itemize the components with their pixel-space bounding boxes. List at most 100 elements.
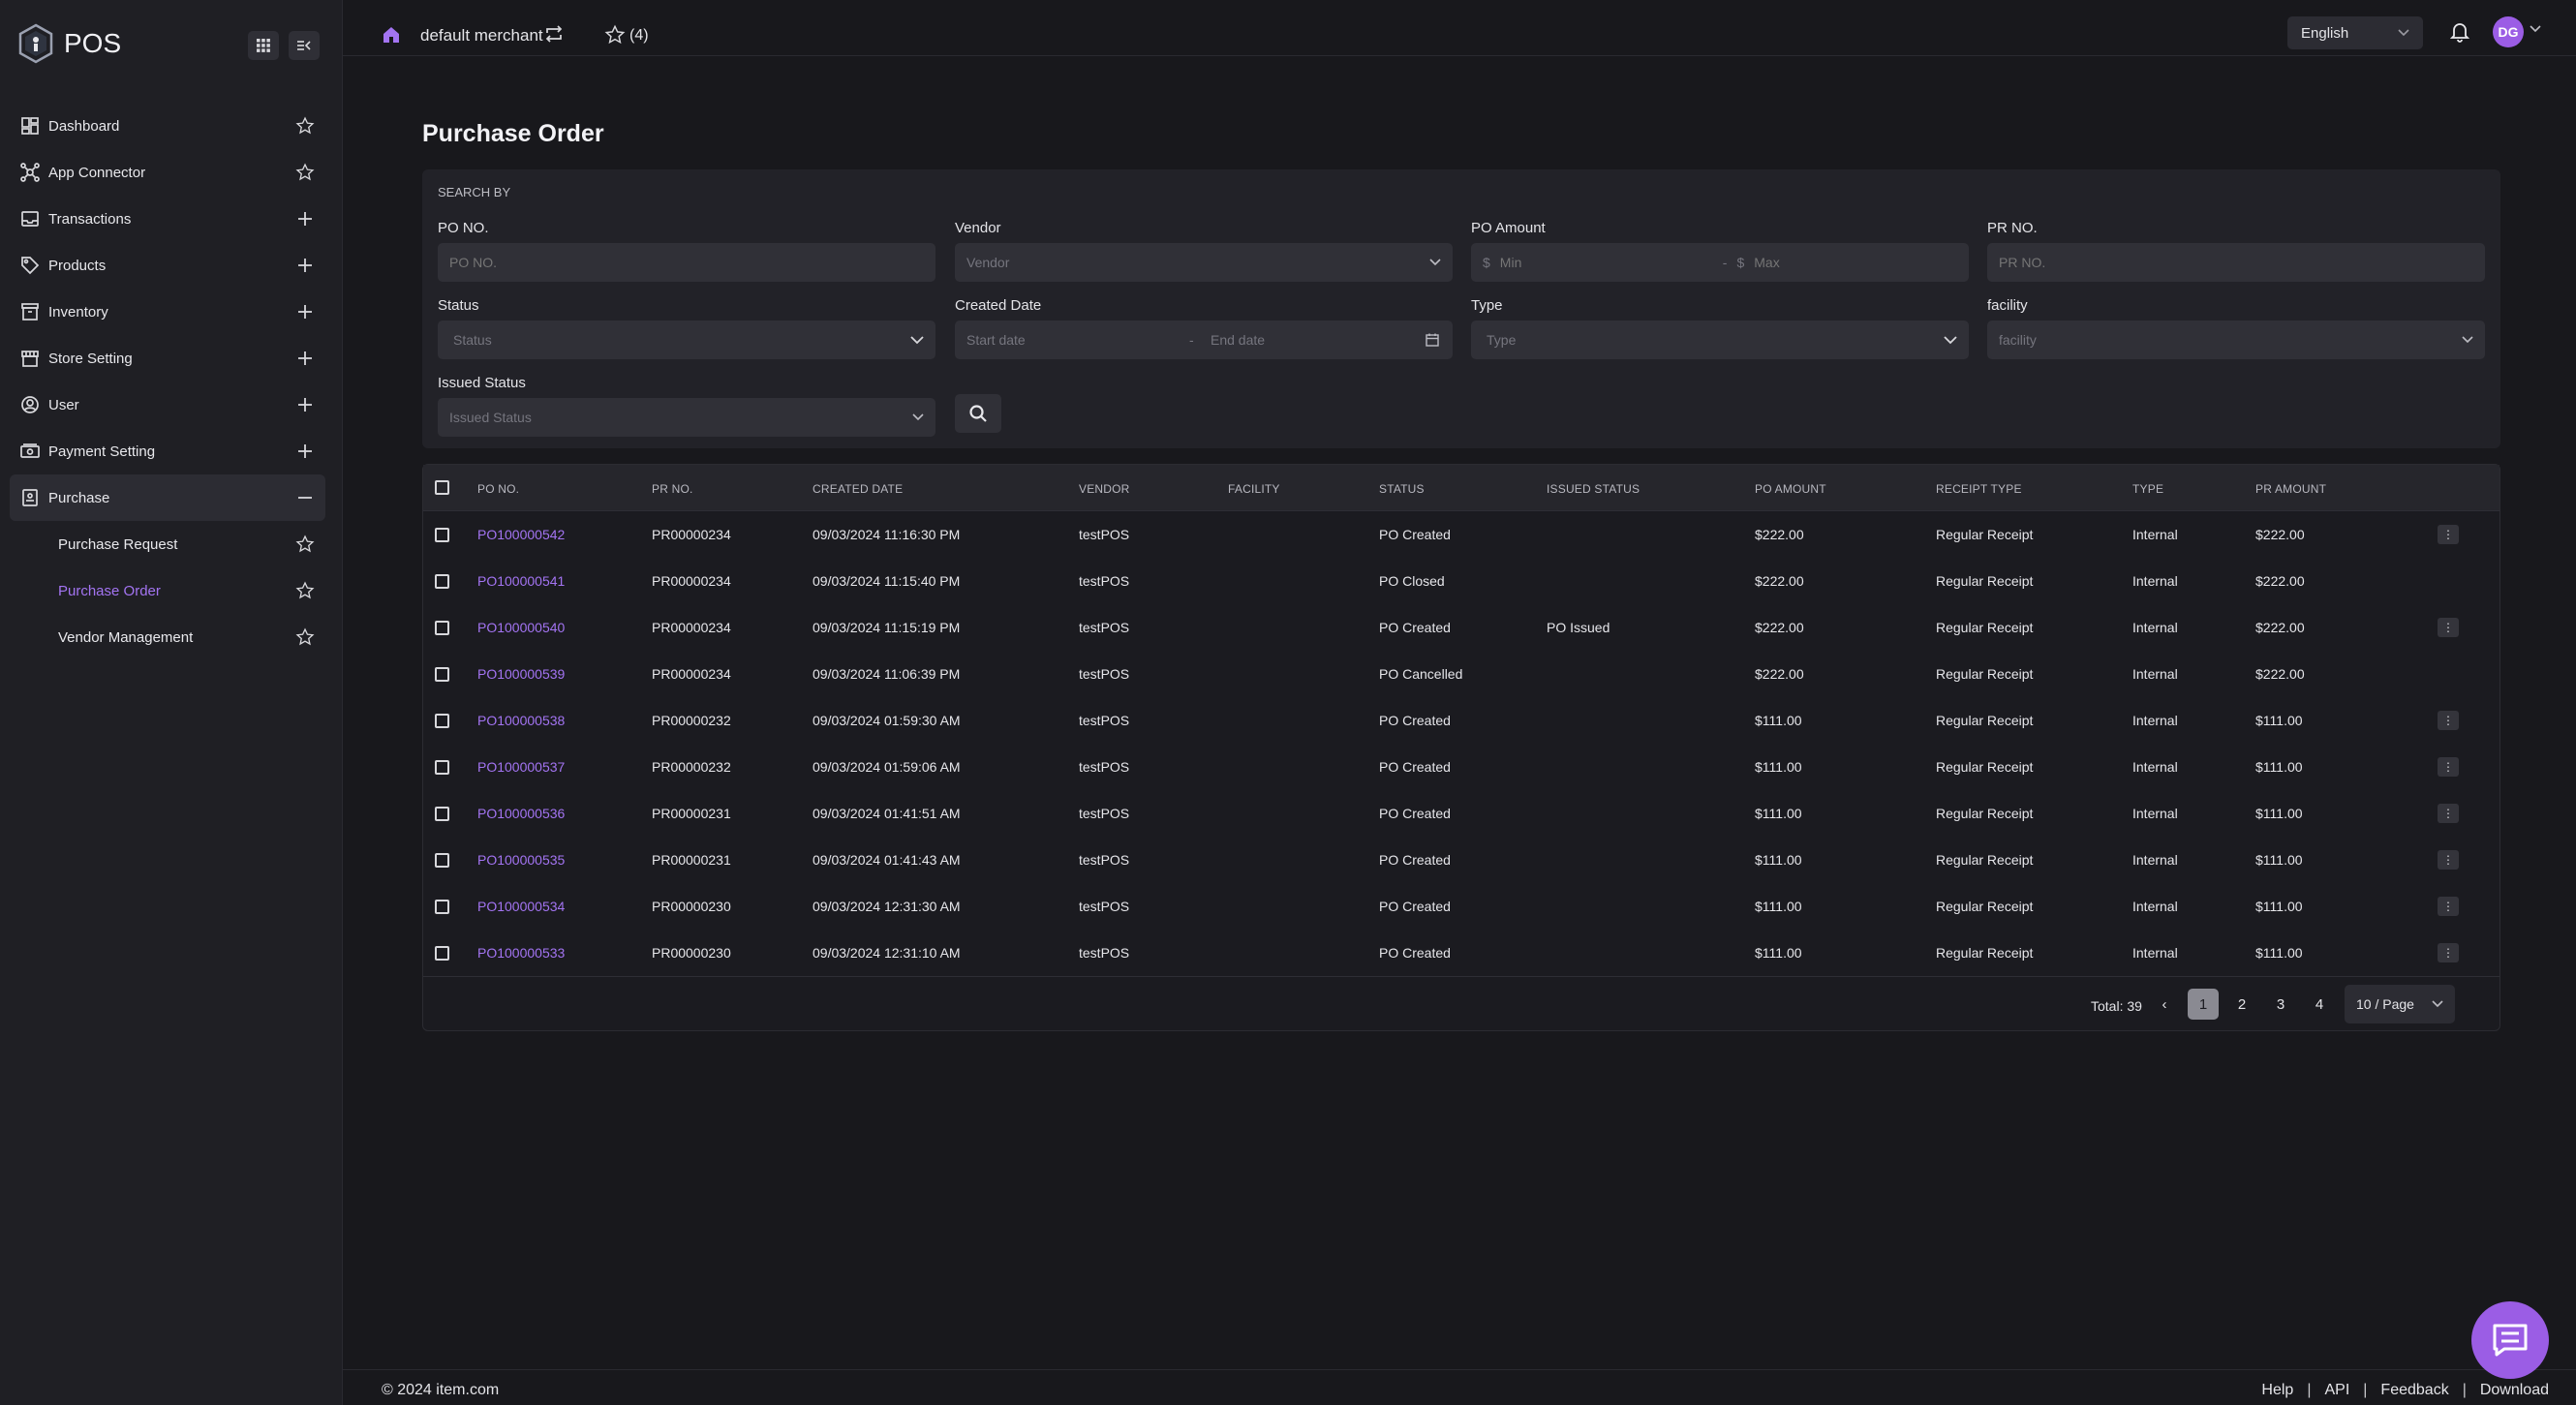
favorites-star-icon[interactable] xyxy=(604,24,626,46)
po-no-input[interactable] xyxy=(449,255,924,270)
sidebar-item-payment-setting[interactable]: Payment Setting xyxy=(10,428,325,474)
language-select[interactable]: English xyxy=(2287,16,2423,49)
po-number-link[interactable]: PO100000541 xyxy=(477,573,565,589)
footer-link-download[interactable]: Download xyxy=(2480,1382,2549,1399)
chat-button[interactable] xyxy=(2471,1301,2549,1379)
table-row[interactable]: PO100000539 PR00000234 09/03/2024 11:06:39… xyxy=(423,651,2499,697)
issued-status-select[interactable]: Issued Status xyxy=(438,398,935,437)
page-button-1[interactable]: 1 xyxy=(2188,989,2219,1020)
table-row[interactable]: PO100000538 PR00000232 09/03/2024 01:59:30… xyxy=(423,697,2499,744)
po-number-link[interactable]: PO100000537 xyxy=(477,759,565,775)
table-row[interactable]: PO100000535 PR00000231 09/03/2024 01:41:43… xyxy=(423,837,2499,883)
row-checkbox[interactable] xyxy=(435,900,449,914)
column-header[interactable]: STATUS xyxy=(1379,482,1425,496)
row-checkbox[interactable] xyxy=(435,574,449,589)
star-icon[interactable] xyxy=(294,115,316,137)
footer-link-help[interactable]: Help xyxy=(2261,1382,2293,1399)
plus-icon[interactable] xyxy=(294,394,316,415)
minus-icon[interactable] xyxy=(294,487,316,508)
po-number-link[interactable]: PO100000534 xyxy=(477,899,565,914)
switch-merchant-icon[interactable] xyxy=(544,24,564,44)
column-header[interactable]: ISSUED STATUS xyxy=(1547,482,1640,496)
column-header[interactable]: FACILITY xyxy=(1228,482,1280,496)
sidebar-item-transactions[interactable]: Transactions xyxy=(10,196,325,242)
row-checkbox[interactable] xyxy=(435,714,449,728)
star-icon[interactable] xyxy=(294,626,316,648)
status-select[interactable]: Status xyxy=(438,321,935,359)
chevron-down-icon[interactable] xyxy=(2530,25,2541,33)
star-icon[interactable] xyxy=(294,162,316,183)
sidebar-item-inventory[interactable]: Inventory xyxy=(10,289,325,335)
column-header[interactable]: TYPE xyxy=(2132,482,2163,496)
end-date-input[interactable]: End date xyxy=(1211,332,1426,348)
bell-icon[interactable] xyxy=(2450,21,2469,43)
prev-page-button[interactable]: ‹ xyxy=(2149,989,2180,1020)
favorites-count[interactable]: (4) xyxy=(629,27,649,45)
row-checkbox[interactable] xyxy=(435,853,449,868)
page-button-2[interactable]: 2 xyxy=(2226,989,2257,1020)
sidebar-item-products[interactable]: Products xyxy=(10,242,325,289)
sidebar-item-purchase[interactable]: Purchase xyxy=(10,474,325,521)
merchant-name[interactable]: default merchant xyxy=(420,26,543,46)
home-icon[interactable] xyxy=(382,25,401,45)
table-row[interactable]: PO100000536 PR00000231 09/03/2024 01:41:51… xyxy=(423,790,2499,837)
po-number-link[interactable]: PO100000536 xyxy=(477,806,565,821)
column-header[interactable]: PO AMOUNT xyxy=(1755,482,1826,496)
plus-icon[interactable] xyxy=(294,255,316,276)
table-row[interactable]: PO100000533 PR00000230 09/03/2024 12:31:10… xyxy=(423,930,2499,976)
row-actions-button[interactable]: ⋮ xyxy=(2438,804,2459,823)
footer-link-feedback[interactable]: Feedback xyxy=(2380,1382,2448,1399)
search-button[interactable] xyxy=(955,394,1001,433)
row-checkbox[interactable] xyxy=(435,667,449,682)
vendor-select[interactable]: Vendor xyxy=(955,243,1453,282)
page-button-4[interactable]: 4 xyxy=(2304,989,2335,1020)
select-all-checkbox[interactable] xyxy=(435,480,449,495)
table-row[interactable]: PO100000541 PR00000234 09/03/2024 11:15:40… xyxy=(423,558,2499,604)
row-checkbox[interactable] xyxy=(435,760,449,775)
star-icon[interactable] xyxy=(294,580,316,601)
column-header[interactable]: PO NO. xyxy=(477,482,519,496)
column-header[interactable]: CREATED DATE xyxy=(813,482,903,496)
table-row[interactable]: PO100000537 PR00000232 09/03/2024 01:59:06… xyxy=(423,744,2499,790)
po-number-link[interactable]: PO100000540 xyxy=(477,620,565,635)
row-checkbox[interactable] xyxy=(435,621,449,635)
column-header[interactable]: VENDOR xyxy=(1079,482,1130,496)
sidebar-subitem-purchase-order[interactable]: Purchase Order xyxy=(10,567,325,614)
sidebar-subitem-purchase-request[interactable]: Purchase Request xyxy=(10,521,325,567)
po-number-link[interactable]: PO100000542 xyxy=(477,527,565,542)
table-row[interactable]: PO100000534 PR00000230 09/03/2024 12:31:30… xyxy=(423,883,2499,930)
column-header[interactable]: PR AMOUNT xyxy=(2255,482,2326,496)
plus-icon[interactable] xyxy=(294,348,316,369)
sidebar-item-store-setting[interactable]: Store Setting xyxy=(10,335,325,382)
table-row[interactable]: PO100000540 PR00000234 09/03/2024 11:15:19… xyxy=(423,604,2499,651)
row-checkbox[interactable] xyxy=(435,946,449,961)
sidebar-item-app-connector[interactable]: App Connector xyxy=(10,149,325,196)
row-actions-button[interactable]: ⋮ xyxy=(2438,757,2459,777)
row-actions-button[interactable]: ⋮ xyxy=(2438,711,2459,730)
po-amount-max-input[interactable] xyxy=(1754,255,1948,270)
row-actions-button[interactable]: ⋮ xyxy=(2438,897,2459,916)
pr-no-input[interactable] xyxy=(1999,255,2473,270)
table-row[interactable]: PO100000542 PR00000234 09/03/2024 11:16:30… xyxy=(423,511,2499,558)
page-size-select[interactable]: 10 / Page xyxy=(2345,985,2455,1023)
start-date-input[interactable]: Start date xyxy=(966,332,1189,348)
plus-icon[interactable] xyxy=(294,208,316,229)
avatar[interactable]: DG xyxy=(2493,16,2524,47)
column-header[interactable]: RECEIPT TYPE xyxy=(1936,482,2022,496)
row-checkbox[interactable] xyxy=(435,528,449,542)
collapse-sidebar-button[interactable] xyxy=(289,31,320,60)
type-select[interactable]: Type xyxy=(1471,321,1969,359)
po-number-link[interactable]: PO100000533 xyxy=(477,945,565,961)
sidebar-item-dashboard[interactable]: Dashboard xyxy=(10,103,325,149)
facility-select[interactable]: facility xyxy=(1987,321,2485,359)
grid-menu-button[interactable] xyxy=(248,31,279,60)
po-number-link[interactable]: PO100000535 xyxy=(477,852,565,868)
sidebar-subitem-vendor-management[interactable]: Vendor Management xyxy=(10,614,325,660)
page-button-3[interactable]: 3 xyxy=(2265,989,2296,1020)
po-number-link[interactable]: PO100000538 xyxy=(477,713,565,728)
row-actions-button[interactable]: ⋮ xyxy=(2438,525,2459,544)
row-actions-button[interactable]: ⋮ xyxy=(2438,850,2459,870)
footer-link-api[interactable]: API xyxy=(2324,1382,2349,1399)
row-checkbox[interactable] xyxy=(435,807,449,821)
logo[interactable]: POS xyxy=(17,23,121,64)
